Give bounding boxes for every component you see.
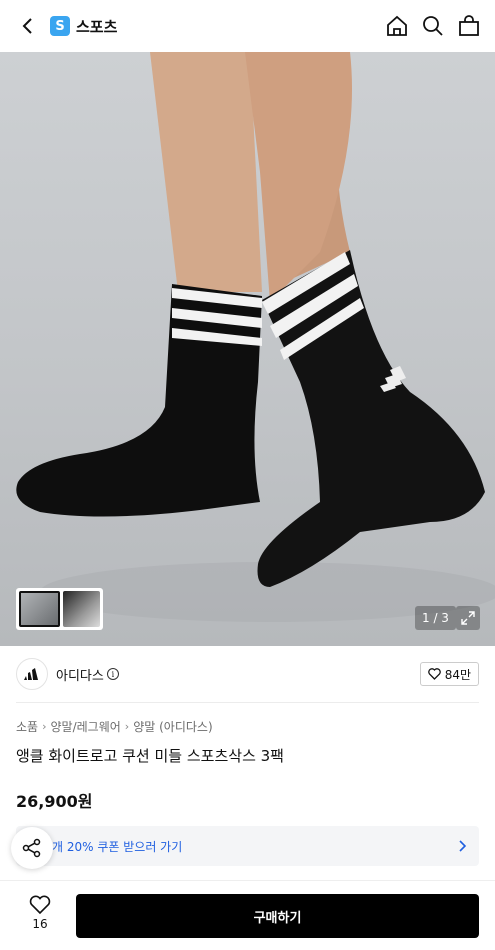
search-icon xyxy=(423,16,443,36)
expand-icon xyxy=(461,611,475,625)
share-button[interactable] xyxy=(11,827,53,869)
top-bar: S 스포츠 xyxy=(0,0,495,52)
brand-row: 아디다스 i 84만 xyxy=(16,656,479,692)
coupon-text: 개 20% 쿠폰 받으러 가기 xyxy=(52,839,183,854)
wishlist-count: 16 xyxy=(32,917,48,931)
bottom-bar: 16 구매하기 xyxy=(0,880,495,950)
brand-name[interactable]: 아디다스 xyxy=(56,665,104,684)
brand-like-button[interactable]: 84만 xyxy=(419,662,479,686)
adidas-logo-icon xyxy=(24,668,38,680)
back-button[interactable] xyxy=(14,12,42,40)
buy-button[interactable]: 구매하기 xyxy=(76,894,479,938)
breadcrumb: 소품 › 양말/레그웨어 › 양말 (아디다스) xyxy=(16,718,213,735)
heart-icon xyxy=(29,895,51,915)
store-name[interactable]: 스포츠 xyxy=(76,16,117,37)
chevron-right-icon xyxy=(459,840,467,852)
share-icon xyxy=(22,838,41,858)
product-photo xyxy=(16,52,495,622)
product-title: 앵클 화이트로고 쿠션 미들 스포츠삭스 3팩 xyxy=(16,747,284,765)
divider xyxy=(16,702,479,703)
chevron-right-icon: › xyxy=(124,720,130,733)
thumbnail-1[interactable] xyxy=(19,591,60,627)
breadcrumb-item[interactable]: 소품 xyxy=(16,718,38,735)
heart-icon xyxy=(427,668,441,680)
breadcrumb-item[interactable]: 양말 (아디다스) xyxy=(133,718,212,735)
brand-logo[interactable] xyxy=(16,658,48,690)
product-image[interactable]: 1 / 3 xyxy=(0,52,495,646)
wishlist-button[interactable]: 16 xyxy=(24,895,56,931)
image-counter: 1 / 3 xyxy=(415,606,456,630)
thumbnail-strip xyxy=(16,588,103,630)
cart-button[interactable] xyxy=(457,14,481,38)
info-icon[interactable]: i xyxy=(106,668,119,680)
top-actions xyxy=(385,14,481,38)
home-icon xyxy=(387,15,407,36)
search-button[interactable] xyxy=(421,14,445,38)
chevron-left-icon xyxy=(22,18,32,34)
expand-button[interactable] xyxy=(456,606,480,630)
breadcrumb-item[interactable]: 양말/레그웨어 xyxy=(51,718,121,735)
home-button[interactable] xyxy=(385,14,409,38)
brand-like-count: 84만 xyxy=(444,667,471,682)
chevron-right-icon: › xyxy=(42,720,47,733)
store-badge[interactable]: S xyxy=(50,16,70,36)
thumbnail-2[interactable] xyxy=(63,591,100,627)
product-price: 26,900원 xyxy=(16,792,93,811)
shopping-bag-icon xyxy=(459,15,479,36)
coupon-banner[interactable]: 개 20% 쿠폰 받으러 가기 xyxy=(16,826,479,866)
